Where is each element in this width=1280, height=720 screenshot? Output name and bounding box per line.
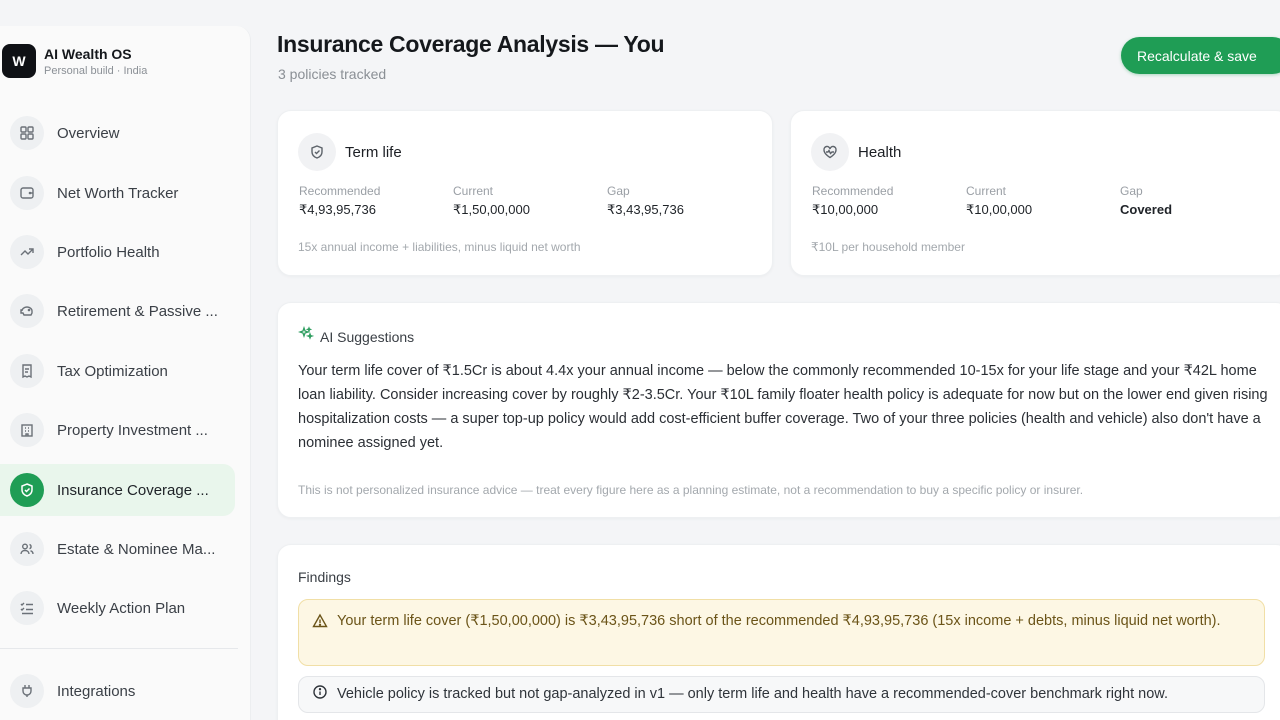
building-icon	[10, 413, 44, 447]
metric-recommended: Recommended ₹10,00,000	[812, 184, 893, 218]
finding-text: Vehicle policy is tracked but not gap-an…	[337, 686, 1168, 702]
finding-info: Vehicle policy is tracked but not gap-an…	[298, 676, 1265, 713]
recalculate-save-button[interactable]: Recalculate & save	[1121, 37, 1280, 74]
metric-value: ₹1,50,00,000	[453, 202, 530, 217]
sidebar-item-portfolio-health[interactable]: Portfolio Health	[0, 226, 235, 278]
brand[interactable]: W AI Wealth OS Personal build · India	[2, 44, 147, 78]
sidebar-item-label: Estate & Nominee Ma...	[57, 540, 216, 558]
finding-text: Your term life cover (₹1,50,00,000) is ₹…	[337, 613, 1221, 629]
sidebar-item-label: Property Investment ...	[57, 421, 208, 439]
metric-label: Recommended	[812, 184, 894, 198]
coverage-note: ₹10L per household member	[811, 240, 965, 254]
sidebar-item-label: Tax Optimization	[57, 362, 168, 380]
sidebar-item-label: Integrations	[57, 682, 136, 700]
page-subtitle: 3 policies tracked	[278, 66, 387, 82]
metric-recommended: Recommended ₹4,93,95,736	[299, 184, 380, 218]
coverage-card-term-life: Term life Recommended ₹4,93,95,736 Curre…	[277, 110, 773, 276]
sidebar-item-label: Retirement & Passive ...	[57, 302, 218, 320]
heart-pulse-icon	[811, 133, 849, 171]
metric-label: Gap	[1120, 184, 1143, 198]
metric-label: Recommended	[299, 184, 381, 198]
grid-icon	[10, 116, 44, 150]
sidebar-item-label: Net Worth Tracker	[57, 184, 179, 202]
sidebar-item-overview[interactable]: Overview	[0, 107, 235, 159]
shield-icon	[298, 133, 336, 171]
metric-label: Current	[966, 184, 1007, 198]
suggestions-title: AI Suggestions	[320, 328, 415, 345]
metric-current: Current ₹1,50,00,000	[453, 184, 530, 218]
list-checks-icon	[10, 591, 44, 625]
users-icon	[10, 532, 44, 566]
page-title: Insurance Coverage Analysis — You	[277, 31, 665, 57]
warning-triangle-icon	[312, 613, 328, 634]
sidebar-item-label: Portfolio Health	[57, 243, 160, 261]
sidebar-item-property[interactable]: Property Investment ...	[0, 404, 235, 456]
coverage-title: Term life	[345, 143, 402, 161]
metric-current: Current ₹10,00,000	[966, 184, 1032, 218]
suggestions-disclaimer: This is not personalized insurance advic…	[298, 483, 1084, 497]
plug-icon	[10, 674, 44, 708]
sidebar-item-label: Overview	[57, 124, 120, 142]
sidebar-item-integrations[interactable]: Integrations	[0, 665, 235, 717]
metric-value: ₹10,00,000	[966, 202, 1033, 217]
metric-value: ₹4,93,95,736	[299, 202, 376, 217]
metric-value: ₹10,00,000	[812, 202, 879, 217]
sidebar-divider	[0, 648, 238, 649]
metric-value: ₹3,43,95,736	[607, 202, 684, 217]
sidebar-item-label: Weekly Action Plan	[57, 599, 186, 617]
metric-label: Current	[453, 184, 494, 198]
wallet-icon	[10, 176, 44, 210]
sidebar: W AI Wealth OS Personal build · India Ov…	[0, 26, 251, 720]
brand-name: AI Wealth OS	[44, 45, 132, 62]
coverage-card-health: Health Recommended ₹10,00,000 Current ₹1…	[790, 110, 1280, 276]
brand-logo: W	[2, 44, 36, 78]
findings-title: Findings	[298, 569, 351, 585]
metric-gap: Gap ₹3,43,95,736	[607, 184, 684, 218]
info-circle-icon	[312, 684, 328, 705]
sidebar-item-net-worth[interactable]: Net Worth Tracker	[0, 167, 235, 219]
suggestions-body: Your term life cover of ₹1.5Cr is about …	[298, 363, 1268, 451]
metric-label: Gap	[607, 184, 630, 198]
coverage-title: Health	[858, 143, 902, 161]
sidebar-item-weekly-plan[interactable]: Weekly Action Plan	[0, 582, 235, 634]
ai-suggestions-card: AI Suggestions Your term life cover of ₹…	[277, 302, 1280, 518]
sidebar-item-estate[interactable]: Estate & Nominee Ma...	[0, 523, 235, 575]
finding-warning: Your term life cover (₹1,50,00,000) is ₹…	[298, 599, 1265, 666]
findings-card: Findings Your term life cover (₹1,50,00,…	[277, 544, 1280, 720]
sidebar-item-retirement[interactable]: Retirement & Passive ...	[0, 285, 235, 337]
metric-value-covered: Covered	[1120, 202, 1173, 217]
metric-gap: Gap Covered	[1120, 184, 1172, 217]
brand-subtitle: Personal build · India	[44, 64, 148, 77]
piggy-bank-icon	[10, 294, 44, 328]
sidebar-item-label: Insurance Coverage ...	[57, 481, 209, 499]
trend-up-icon	[10, 235, 44, 269]
sparkles-icon	[297, 325, 315, 347]
receipt-icon	[10, 354, 44, 388]
coverage-note: 15x annual income + liabilities, minus l…	[298, 240, 581, 254]
shield-check-icon	[10, 473, 44, 507]
sidebar-item-tax[interactable]: Tax Optimization	[0, 345, 235, 397]
sidebar-item-insurance[interactable]: Insurance Coverage ...	[0, 464, 235, 516]
